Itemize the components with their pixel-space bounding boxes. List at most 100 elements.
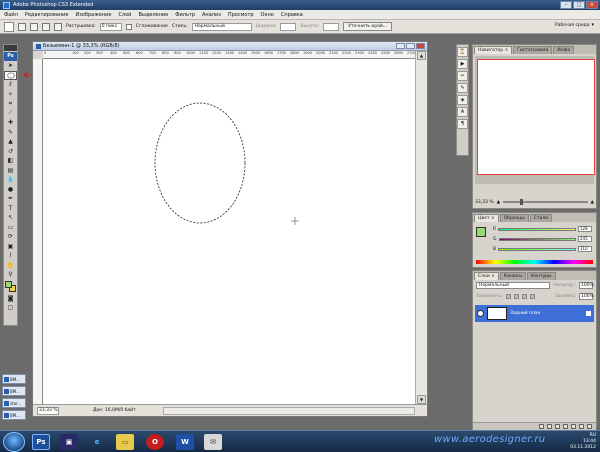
menu-select[interactable]: Выделение (138, 12, 168, 18)
pen-tool-icon[interactable]: ✒ (4, 194, 17, 204)
brush-tool-icon[interactable]: ✎ (4, 128, 17, 138)
toolbox-header[interactable] (4, 45, 17, 51)
notes-tool-icon[interactable]: ▣ (4, 242, 17, 252)
hand-tool-icon[interactable]: ✋ (4, 261, 17, 271)
subtract-selection-icon[interactable] (42, 22, 50, 31)
history-brush-tool-icon[interactable]: ↺ (4, 147, 17, 157)
canvas[interactable] (43, 59, 415, 404)
taskbar-word-icon[interactable]: W (176, 434, 194, 450)
antialias-checkbox[interactable] (125, 23, 132, 30)
document-title-bar[interactable]: Безымянн-1 @ 33,3% (RGB/8) (33, 42, 427, 51)
menu-file[interactable]: Файл (4, 12, 18, 18)
minimized-doc[interactable]: ВМ... (2, 374, 26, 384)
lock-all-icon[interactable] (529, 294, 535, 299)
tab-swatches[interactable]: Образцы (499, 214, 529, 222)
maximize-button[interactable]: □ (573, 1, 585, 9)
zoom-field[interactable]: 33,33 % (37, 406, 59, 415)
link-layers-icon[interactable] (539, 424, 544, 429)
lasso-tool-icon[interactable]: ℓ (4, 80, 17, 90)
refine-edge-button[interactable]: Уточнить край... (343, 22, 393, 31)
color-swatches[interactable] (4, 280, 17, 294)
tab-color[interactable]: Цвет × (474, 214, 499, 222)
color-fg-swatch[interactable] (476, 227, 486, 237)
menu-view[interactable]: Просмотр (228, 12, 254, 18)
eraser-tool-icon[interactable]: ◧ (4, 156, 17, 166)
tab-layers[interactable]: Слои × (474, 272, 499, 280)
layer-style-icon[interactable] (547, 424, 552, 429)
g-slider[interactable] (498, 237, 576, 241)
magic-wand-tool-icon[interactable]: ✧ (4, 90, 17, 100)
paragraph-panel-icon[interactable]: ¶ (457, 119, 468, 129)
r-input[interactable]: 128 (578, 226, 592, 232)
minimized-doc[interactable]: stor... (2, 398, 26, 408)
doc-close-button[interactable] (416, 43, 425, 49)
menu-analysis[interactable]: Анализ (202, 12, 221, 18)
feather-input[interactable]: 0 пикс. (99, 22, 122, 31)
tab-styles[interactable]: Стили (529, 214, 553, 222)
lock-pixels-icon[interactable] (513, 294, 519, 299)
path-selection-tool-icon[interactable]: ↖ (4, 213, 17, 223)
gradient-tool-icon[interactable]: ▤ (4, 166, 17, 176)
tool-presets-icon[interactable]: ✂ (457, 71, 468, 81)
fill-input[interactable]: 100% (579, 293, 594, 300)
navigator-thumbnail[interactable] (477, 59, 595, 175)
taskbar-ie-icon[interactable]: e (88, 434, 106, 450)
taskbar-save-icon[interactable]: ▣ (60, 434, 78, 450)
layer-mask-icon[interactable] (555, 424, 560, 429)
scroll-down-icon[interactable]: ▼ (417, 395, 426, 404)
menu-layer[interactable]: Слой (118, 12, 131, 18)
crop-tool-icon[interactable]: ⌗ (4, 99, 17, 109)
tab-channels[interactable]: Каналы (499, 272, 526, 280)
move-tool-icon[interactable]: ➤ (4, 61, 17, 71)
layer-row[interactable]: Задний план (475, 305, 594, 322)
new-group-icon[interactable] (571, 424, 576, 429)
eyedropper-tool-icon[interactable]: ⌇ (4, 251, 17, 261)
history-panel-icon[interactable]: ⌛ (457, 47, 468, 57)
zoom-slider-handle[interactable] (519, 199, 523, 205)
minimized-doc[interactable]: ВМ... (2, 410, 26, 420)
lock-position-icon[interactable] (521, 294, 527, 299)
tray-date[interactable]: 03.11.2012 (570, 445, 596, 451)
zoom-tool-icon[interactable]: ⚲ (4, 270, 17, 280)
clone-source-icon[interactable]: ◈ (457, 95, 468, 105)
current-tool-icon[interactable] (4, 21, 14, 32)
add-selection-icon[interactable] (30, 22, 38, 31)
adjustment-layer-icon[interactable] (563, 424, 568, 429)
blend-mode-select[interactable]: Нормальный (476, 282, 551, 289)
minimized-doc[interactable]: ВМ... (2, 386, 26, 396)
taskbar-explorer-icon[interactable]: ▭ (116, 434, 134, 450)
b-input[interactable]: 110 (578, 246, 592, 252)
actions-panel-icon[interactable]: ▶ (457, 59, 468, 69)
delete-layer-icon[interactable] (587, 424, 592, 429)
b-slider[interactable] (498, 247, 576, 251)
vertical-scrollbar[interactable]: ▲ ▼ (415, 51, 427, 404)
shape-tool-icon[interactable]: ▭ (4, 223, 17, 233)
screen-mode-icon[interactable]: ▢ (4, 303, 17, 313)
3d-rotate-tool-icon[interactable]: ⟳ (4, 232, 17, 242)
navigator-zoom[interactable]: 33,33 % (475, 200, 494, 205)
vertical-ruler[interactable] (33, 59, 43, 404)
blur-tool-icon[interactable]: 💧 (4, 175, 17, 185)
workspace-switcher[interactable]: Рабочая среда ▾ (555, 22, 594, 28)
tab-histogram[interactable]: Гистограмма (513, 46, 553, 54)
eye-icon[interactable] (477, 310, 484, 317)
slice-tool-icon[interactable]: ⟋ (4, 109, 17, 119)
doc-maximize-button[interactable] (406, 43, 415, 49)
tab-info[interactable]: Инфо (553, 46, 575, 54)
menu-filter[interactable]: Фильтр (175, 12, 195, 18)
height-input[interactable] (323, 22, 340, 31)
foreground-color-swatch[interactable] (5, 280, 12, 288)
tab-paths[interactable]: Контуры (527, 272, 556, 280)
width-input[interactable] (280, 22, 297, 31)
horizontal-ruler[interactable]: 0 100 200 300 400 500 600 700 800 900 10… (43, 51, 416, 59)
type-tool-icon[interactable]: T (4, 204, 17, 214)
brushes-panel-icon[interactable]: ✎ (457, 83, 468, 93)
tab-navigator[interactable]: Навигатор × (474, 46, 513, 54)
r-slider[interactable] (498, 227, 576, 231)
quick-mask-icon[interactable]: ◙ (4, 294, 17, 304)
taskbar-app-icon[interactable]: ✉ (204, 434, 222, 450)
scroll-up-icon[interactable]: ▲ (417, 51, 426, 60)
color-spectrum[interactable] (476, 260, 593, 264)
new-layer-icon[interactable] (579, 424, 584, 429)
zoom-slider[interactable] (503, 199, 588, 205)
